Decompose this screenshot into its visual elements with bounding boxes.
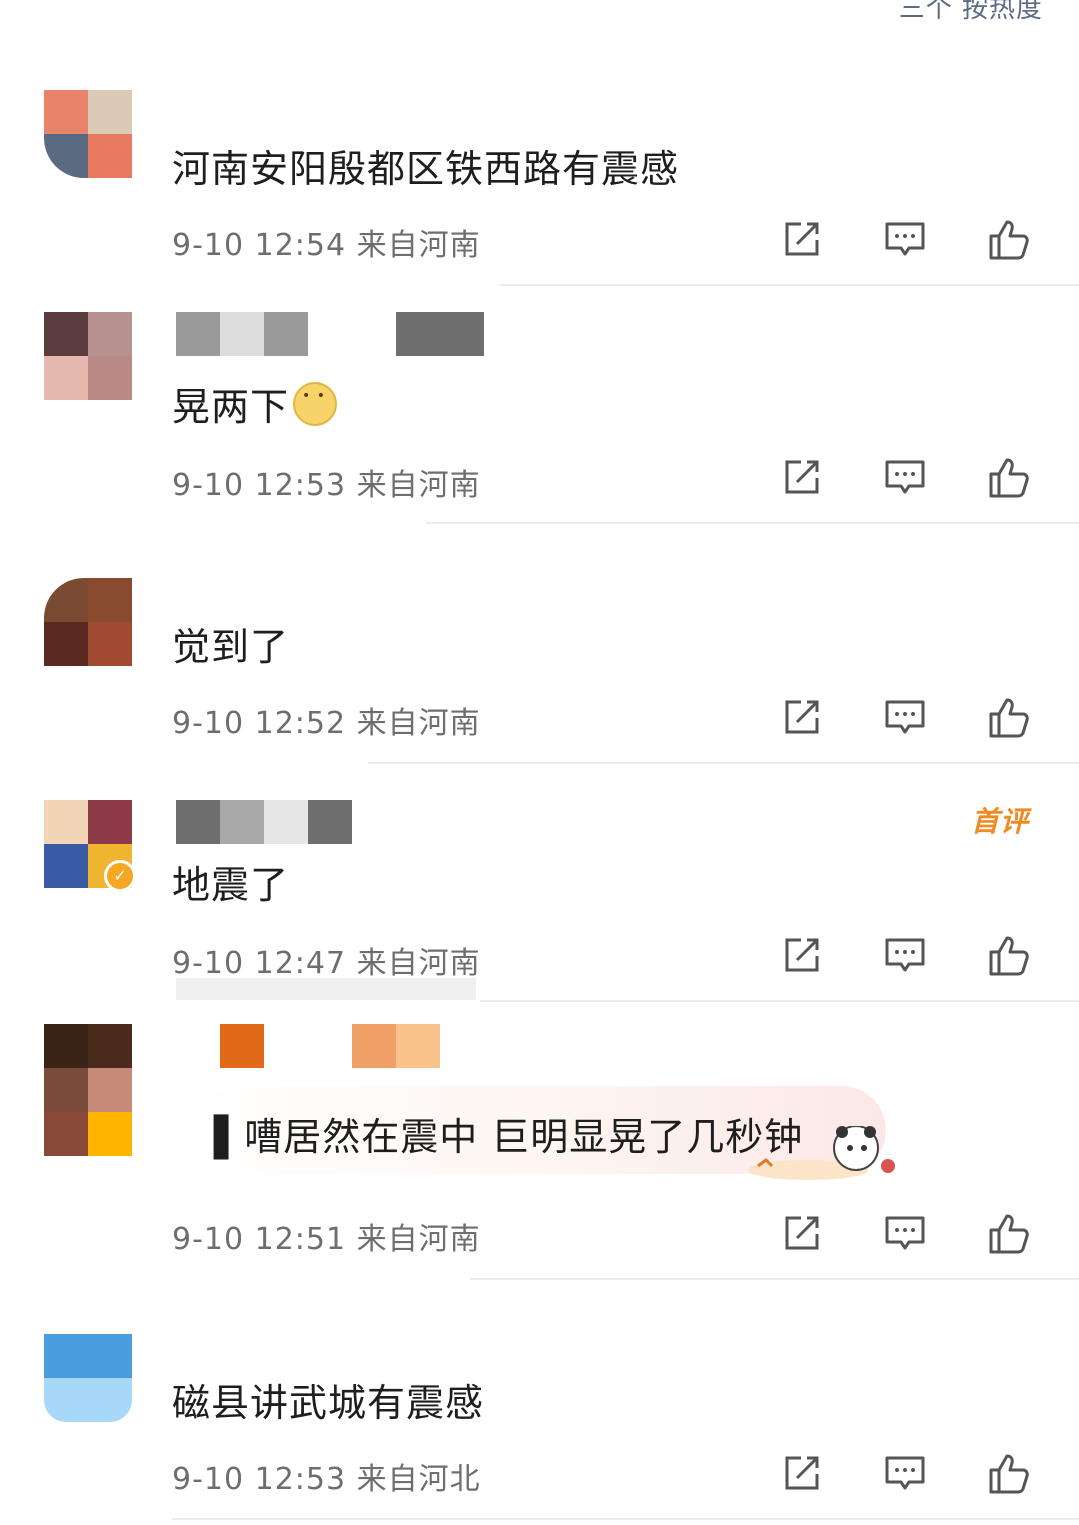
- comment-meta: 9-10 12:54 来自河南: [172, 220, 481, 264]
- share-icon[interactable]: [779, 1452, 823, 1496]
- comment-location: 来自河北: [356, 1462, 481, 1497]
- avatar[interactable]: ✓: [44, 800, 136, 892]
- thumbs-up-icon[interactable]: [987, 1452, 1031, 1496]
- username-redacted[interactable]: [176, 312, 484, 356]
- avatar-tile: [88, 1068, 132, 1112]
- comment-actions: [779, 1452, 1079, 1500]
- comment-meta: 9-10 12:51 来自河南: [172, 1214, 481, 1258]
- share-icon[interactable]: [779, 218, 823, 262]
- avatar-tile: [44, 312, 88, 356]
- share-icon[interactable]: [779, 696, 823, 740]
- avatar-tile: [88, 356, 132, 400]
- divider: [470, 1278, 1079, 1280]
- comment-reply-icon[interactable]: [883, 456, 927, 500]
- avatar-tile: [44, 356, 88, 400]
- sort-by-heat-label[interactable]: 三个 按热度: [899, 0, 1043, 25]
- avatar-tile: [88, 1024, 132, 1068]
- comment-text: 地震了: [172, 863, 290, 907]
- comment-meta: 9-10 12:47 来自河南: [172, 938, 481, 982]
- comment-actions: [779, 456, 1079, 504]
- divider: [480, 1000, 1079, 1002]
- avatar-tile: [44, 134, 88, 178]
- panda-sticker-icon: [748, 1126, 895, 1180]
- thumbs-up-icon[interactable]: [987, 218, 1031, 262]
- avatar-tile: [88, 312, 132, 356]
- thumbs-up-icon[interactable]: [987, 934, 1031, 978]
- first-comment-badge: 首评: [970, 805, 1029, 838]
- avatar-tile: [44, 578, 88, 622]
- divider: [426, 522, 1079, 524]
- comment-time: 9-10 12:53: [172, 1462, 347, 1497]
- avatar-tile: [44, 622, 88, 666]
- avatar-tile: [88, 800, 132, 844]
- share-icon[interactable]: [779, 1212, 823, 1256]
- avatar-tile: [88, 578, 132, 622]
- comment-reply-icon[interactable]: [883, 1212, 927, 1256]
- divider: [172, 1518, 1079, 1520]
- avatar-tile: [44, 1068, 88, 1112]
- avatar[interactable]: [44, 312, 132, 400]
- avatar-tile: [44, 1024, 88, 1068]
- avatar-tile: [88, 1334, 132, 1378]
- thumbs-up-icon[interactable]: [987, 1212, 1031, 1256]
- avatar-tile: [44, 800, 88, 844]
- comment-location: 来自河南: [356, 228, 481, 263]
- username-redacted[interactable]: [176, 1024, 440, 1068]
- comment-text: 河南安阳殷都区铁西路有震感: [172, 147, 680, 191]
- share-icon[interactable]: [779, 934, 823, 978]
- comment-reply-icon[interactable]: [883, 696, 927, 740]
- comment-text: ▌嘈居然在震中 巨明显晃了几秒钟: [214, 1115, 804, 1159]
- avatar-tile: [88, 622, 132, 666]
- comment-reply-icon[interactable]: [883, 218, 927, 262]
- redacted-strip: [176, 978, 476, 1000]
- verified-badge-icon: ✓: [104, 860, 136, 892]
- comment-actions: [779, 696, 1079, 744]
- comment-text: 晃两下: [172, 385, 290, 429]
- comment-time: 9-10 12:47: [172, 946, 347, 981]
- comment-meta: 9-10 12:52 来自河南: [172, 698, 481, 742]
- doge-emoji-icon: [293, 382, 338, 426]
- comment-actions: [779, 934, 1079, 982]
- avatar[interactable]: [44, 1334, 132, 1422]
- comment-location: 来自河南: [356, 706, 481, 741]
- avatar-tile: [44, 90, 88, 134]
- comment-reply-icon[interactable]: [883, 1452, 927, 1496]
- comment-reply-icon[interactable]: [883, 934, 927, 978]
- comment-location: 来自河南: [356, 468, 481, 503]
- avatar-tile: [44, 844, 88, 888]
- avatar-tile: [88, 1378, 132, 1422]
- comment-meta: 9-10 12:53 来自河北: [172, 1454, 481, 1498]
- comment-time: 9-10 12:51: [172, 1222, 347, 1257]
- avatar-tile: [44, 1378, 88, 1422]
- comment-actions: [779, 1212, 1079, 1260]
- divider: [368, 762, 1079, 764]
- comment-time: 9-10 12:52: [172, 706, 347, 741]
- share-icon[interactable]: [779, 456, 823, 500]
- avatar[interactable]: [44, 578, 132, 666]
- comment-text-row: 晃两下: [172, 376, 338, 431]
- avatar[interactable]: [44, 1024, 132, 1156]
- comment-time: 9-10 12:53: [172, 468, 347, 503]
- comment-actions: [779, 218, 1079, 266]
- comment-text: 觉到了: [172, 625, 290, 669]
- avatar-tile: [88, 1112, 132, 1156]
- divider: [500, 284, 1079, 286]
- comment-meta: 9-10 12:53 来自河南: [172, 460, 481, 504]
- avatar-tile: [88, 134, 132, 178]
- thumbs-up-icon[interactable]: [987, 456, 1031, 500]
- comment-location: 来自河南: [356, 1222, 481, 1257]
- thumbs-up-icon[interactable]: [987, 696, 1031, 740]
- comment-location: 来自河南: [356, 946, 481, 981]
- username-redacted[interactable]: [176, 800, 352, 844]
- avatar-tile: [44, 1112, 88, 1156]
- avatar-tile: [44, 1334, 88, 1378]
- comment-text: 磁县讲武城有震感: [172, 1381, 485, 1425]
- avatar-tile: [88, 90, 132, 134]
- comment-time: 9-10 12:54: [172, 228, 347, 263]
- avatar[interactable]: [44, 90, 132, 178]
